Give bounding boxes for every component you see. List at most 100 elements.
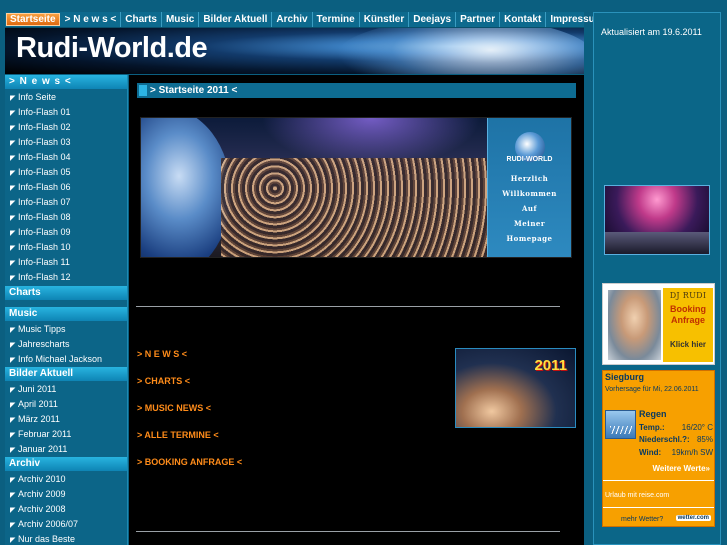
arrow-icon: ◤ [10, 110, 16, 117]
stage-photo[interactable] [604, 185, 710, 255]
temp-label: Temp.: [639, 423, 665, 432]
rain-value: 85% [696, 435, 713, 444]
sidebar-item-label: Info-Flash 07 [18, 197, 71, 207]
link-charts[interactable]: > CHARTS < [137, 376, 190, 386]
sidebar-item-label: Info Michael Jackson [18, 354, 103, 364]
wetter-com-logo[interactable]: wetter.com [675, 515, 711, 521]
sidebar-item-info-flash[interactable]: ◤ Info-Flash 10 [5, 240, 127, 255]
sidebar-item-music-tipps[interactable]: ◤ Music Tipps [5, 322, 127, 337]
sidebar-item-info-flash[interactable]: ◤ Info-Flash 03 [5, 135, 127, 150]
arrow-icon: ◤ [10, 417, 16, 424]
weather-more-link[interactable]: Weitere Werte» [652, 464, 710, 473]
sidebar-item-info-flash[interactable]: ◤ Info-Flash 11 [5, 255, 127, 270]
sidebar-item-archiv-2009[interactable]: ◤ Archiv 2009 [5, 487, 127, 502]
booking-banner[interactable]: DJ RUDI Booking Anfrage Klick hier [602, 283, 715, 365]
site-logo[interactable]: Rudi-World.de [16, 32, 208, 65]
sidebar-head-music[interactable]: Music [5, 307, 127, 321]
nav-bilder-aktuell[interactable]: Bilder Aktuell [199, 12, 273, 27]
sidebar-item-info-flash[interactable]: ◤ Info-Flash 05 [5, 165, 127, 180]
urlaub-link[interactable]: Urlaub mit reise.com [605, 492, 669, 499]
sidebar-item-archiv-2008[interactable]: ◤ Archiv 2008 [5, 502, 127, 517]
weather-temp: Temp.: 16/20° C [639, 423, 715, 432]
arrow-icon: ◤ [10, 537, 16, 544]
sidebar-item-info-seite[interactable]: ◤ Info Seite [5, 90, 127, 105]
main-content: > Startseite 2011 < RUDI-WORLD Herzlich … [129, 75, 584, 545]
arrow-icon: ◤ [10, 447, 16, 454]
nav-archiv[interactable]: Archiv [272, 12, 313, 27]
arrow-icon: ◤ [10, 170, 16, 177]
divider [603, 507, 714, 508]
sidebar-item-nur-das-beste[interactable]: ◤ Nur das Beste [5, 532, 127, 545]
welcome-line: Meiner [513, 219, 546, 228]
sidebar-item-jahrescharts[interactable]: ◤ Jahrescharts [5, 337, 127, 352]
welcome-line: Homepage [506, 234, 553, 243]
arrow-icon: ◤ [10, 402, 16, 409]
link-news[interactable]: > N E W S < [137, 349, 187, 359]
nav-startseite[interactable]: Startseite [6, 13, 60, 26]
sidebar-item-archiv-2010[interactable]: ◤ Archiv 2010 [5, 472, 127, 487]
nav-partner[interactable]: Partner [456, 12, 501, 27]
earth-image [335, 28, 584, 74]
arrow-icon: ◤ [10, 95, 16, 102]
sidebar-item-info-flash[interactable]: ◤ Info-Flash 01 [5, 105, 127, 120]
sidebar-item-info-flash[interactable]: ◤ Info-Flash 09 [5, 225, 127, 240]
weather-condition: Regen [639, 409, 667, 419]
weather-wind: Wind: 19km/h SW [639, 448, 715, 457]
arrow-icon: ◤ [10, 245, 16, 252]
sidebar-item-april-2011[interactable]: ◤ April 2011 [5, 397, 127, 412]
party-2011-image[interactable]: 2011 [455, 348, 576, 428]
stage-floor [605, 232, 709, 254]
sidebar-item-juni-2011[interactable]: ◤ Juni 2011 [5, 382, 127, 397]
sidebar-item-label: Info-Flash 12 [18, 272, 71, 282]
sidebar-head-bilder[interactable]: Bilder Aktuell [5, 367, 127, 381]
nav-news[interactable]: > N e w s < [61, 12, 122, 27]
mehr-wetter-link[interactable]: mehr Wetter? [621, 516, 663, 523]
welcome-line: Willkommen [502, 189, 557, 198]
arrow-icon: ◤ [10, 357, 16, 364]
sidebar-item-info-flash[interactable]: ◤ Info-Flash 04 [5, 150, 127, 165]
link-alle-termine[interactable]: > ALLE TERMINE < [137, 430, 219, 440]
nav-kuenstler[interactable]: Künstler [360, 12, 410, 27]
sidebar-item-label: Info-Flash 10 [18, 242, 71, 252]
sidebar-item-maerz-2011[interactable]: ◤ März 2011 [5, 412, 127, 427]
sidebar-item-februar-2011[interactable]: ◤ Februar 2011 [5, 427, 127, 442]
nav-kontakt[interactable]: Kontakt [500, 12, 547, 27]
sidebar-head-charts[interactable]: Charts [5, 286, 127, 300]
sidebar-item-info-flash[interactable]: ◤ Info-Flash 12 [5, 270, 127, 285]
sidebar-item-label: Archiv 2009 [18, 489, 66, 499]
nav-termine[interactable]: Termine [313, 12, 360, 27]
sidebar-item-label: Archiv 2010 [18, 474, 66, 484]
link-music-news[interactable]: > MUSIC NEWS < [137, 403, 211, 413]
booking-dj: DJ RUDI [669, 291, 707, 300]
sidebar-item-label: März 2011 [18, 414, 60, 424]
sidebar-item-label: Jahrescharts [18, 339, 70, 349]
sidebar-item-label: Juni 2011 [18, 384, 57, 394]
sidebar-item-info-flash[interactable]: ◤ Info-Flash 02 [5, 120, 127, 135]
sidebar-item-label: Februar 2011 [18, 429, 72, 439]
sidebar-item-label: Info-Flash 05 [18, 167, 71, 177]
sidebar-item-info-flash[interactable]: ◤ Info-Flash 06 [5, 180, 127, 195]
nav-charts[interactable]: Charts [121, 12, 162, 27]
header-banner: Rudi-World.de [5, 28, 584, 74]
last-updated: Aktualisiert am 19.6.2011 [601, 27, 702, 37]
page: Startseite > N e w s < Charts Music Bild… [0, 0, 727, 545]
weather-forecast-date: Vorhersage für Mi, 22.06.2011 [605, 386, 699, 393]
arrow-icon: ◤ [10, 125, 16, 132]
wind-value: 19km/h SW [671, 448, 713, 457]
arrow-icon: ◤ [10, 230, 16, 237]
sidebar-item-label: Info-Flash 06 [18, 182, 71, 192]
sidebar-item-januar-2011[interactable]: ◤ Januar 2011 [5, 442, 127, 457]
sidebar-head-news[interactable]: > N e w s < [5, 75, 127, 89]
sidebar-item-info-flash[interactable]: ◤ Info-Flash 07 [5, 195, 127, 210]
sidebar-head-archiv[interactable]: Archiv [5, 457, 127, 471]
sidebar-item-michael-jackson[interactable]: ◤ Info Michael Jackson [5, 352, 127, 367]
page-title: > Startseite 2011 < [150, 85, 238, 96]
sidebar-item-label: Info-Flash 04 [18, 152, 71, 162]
nav-deejays[interactable]: Deejays [409, 12, 457, 27]
link-booking-anfrage[interactable]: > BOOKING ANFRAGE < [137, 457, 242, 467]
arrow-icon: ◤ [10, 387, 16, 394]
nav-music[interactable]: Music [162, 12, 200, 27]
sidebar-item-archiv-2006-07[interactable]: ◤ Archiv 2006/07 [5, 517, 127, 532]
booking-line1: Booking [670, 304, 706, 314]
sidebar-item-info-flash[interactable]: ◤ Info-Flash 08 [5, 210, 127, 225]
